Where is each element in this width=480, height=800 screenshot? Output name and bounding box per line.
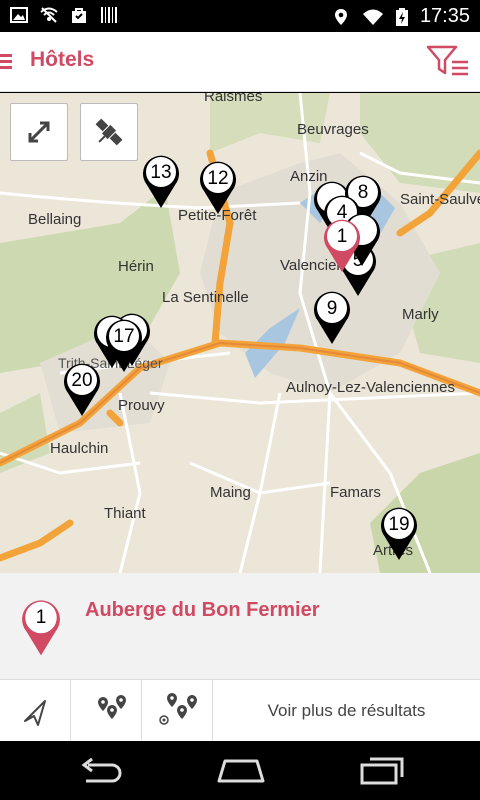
map-label: Beuvrages (297, 121, 369, 138)
pin-number: 20 (71, 370, 93, 391)
pin-number: 1 (35, 607, 47, 628)
pin-number: 1 (336, 226, 348, 247)
satellite-icon (95, 118, 123, 146)
map-label: Maing (210, 484, 251, 501)
map-pin-13[interactable]: 13 (141, 153, 181, 209)
battery-icon (395, 7, 408, 26)
my-location-pins-icon (159, 693, 197, 725)
system-nav-bar (0, 741, 480, 800)
map-pin-20[interactable]: 20 (62, 361, 102, 417)
map-pin-12[interactable]: 12 (198, 159, 238, 215)
satellite-view-button[interactable] (80, 103, 138, 161)
wifi-icon (362, 9, 383, 25)
more-results-button[interactable]: Voir plus de résultats (213, 680, 480, 742)
map-background (0, 93, 480, 573)
nearby-pins-button[interactable] (71, 680, 142, 742)
selected-hotel-panel[interactable]: 1 Auberge du Bon Fermier (0, 573, 480, 679)
bottom-toolbar: Voir plus de résultats (0, 679, 480, 742)
map-pin-17[interactable]: 17 (104, 317, 144, 373)
map-label: Marly (402, 306, 439, 323)
map-pin-9[interactable]: 9 (312, 289, 352, 345)
recent-apps-icon[interactable] (358, 755, 406, 785)
pin-number: 19 (388, 514, 410, 535)
pin-number: 9 (326, 298, 338, 319)
shopping-bag-icon (72, 8, 86, 23)
pin-number: 13 (150, 162, 172, 183)
filter-list-icon[interactable] (426, 44, 470, 78)
app-bar: Hôtels (0, 32, 480, 92)
map-label: Saint-Saulve (400, 191, 480, 208)
navigation-arrow-icon (24, 700, 46, 726)
map-label: Bellaing (28, 211, 82, 228)
map-label: Famars (330, 484, 381, 501)
location-icon (334, 8, 347, 25)
fullscreen-button[interactable] (10, 103, 68, 161)
map-label: Haulchin (50, 440, 109, 457)
wifi-off-icon (40, 7, 58, 23)
pin-number: 17 (113, 326, 135, 347)
status-bar: 17:35 (0, 0, 480, 32)
image-icon (10, 7, 28, 23)
hotel-name[interactable]: Auberge du Bon Fermier (85, 599, 319, 622)
map-label: Raismes (204, 93, 263, 105)
map-label: Prouvy (118, 397, 165, 414)
map-label: Thiant (104, 505, 146, 522)
map-pin-1-selected[interactable]: 1 (322, 217, 362, 273)
map-pin-19[interactable]: 19 (379, 505, 419, 561)
around-me-button[interactable] (142, 680, 213, 742)
page-title: Hôtels (30, 48, 95, 71)
navigate-button[interactable] (0, 680, 71, 742)
home-icon[interactable] (217, 759, 265, 783)
menu-icon[interactable] (0, 54, 12, 70)
clock: 17:35 (419, 5, 470, 27)
map-label: La Sentinelle (162, 289, 249, 306)
expand-icon (28, 121, 50, 143)
map-pins-icon (98, 695, 126, 719)
pin-number: 12 (207, 168, 229, 189)
barcode-icon (101, 7, 117, 23)
map-label: Aulnoy-Lez-Valenciennes (286, 379, 455, 396)
map-label: Hérin (118, 258, 154, 275)
selected-pin-icon: 1 (20, 597, 62, 657)
back-icon[interactable] (78, 757, 124, 785)
map-view[interactable]: Raismes Beuvrages Anzin Saint-Saulve Bel… (0, 93, 480, 573)
